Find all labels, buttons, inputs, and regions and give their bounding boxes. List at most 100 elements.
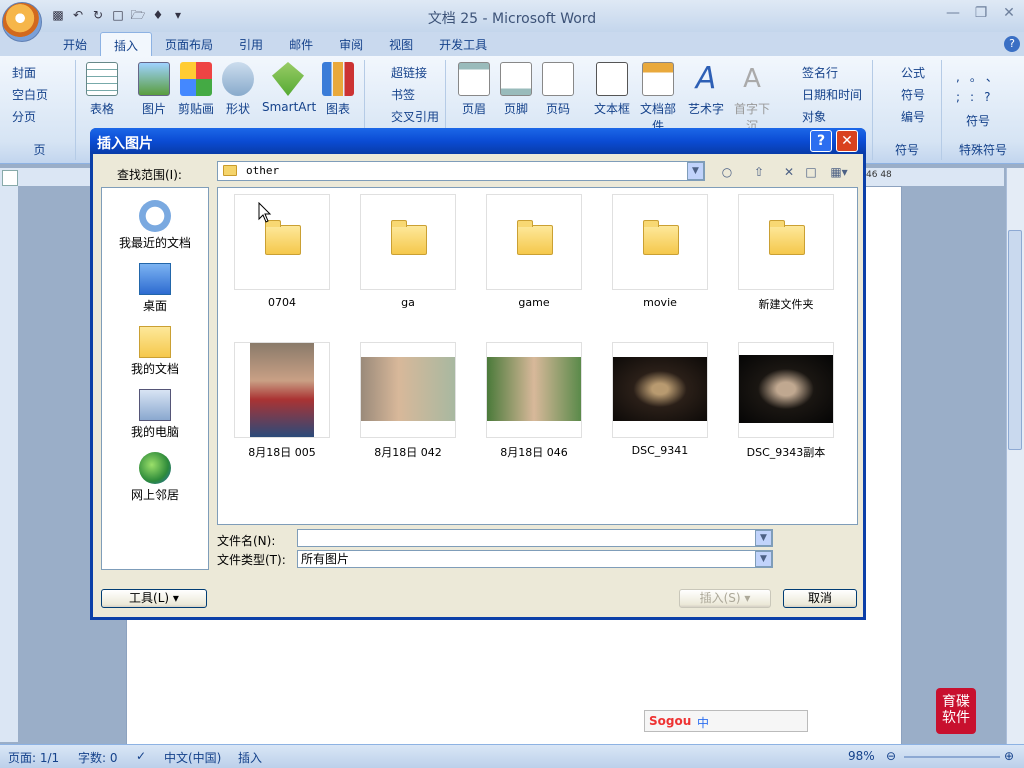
equation-button[interactable]: 公式: [901, 64, 925, 81]
tab-home[interactable]: 开始: [50, 32, 100, 56]
tools-button[interactable]: 工具(L) ▾: [101, 589, 207, 608]
shapes-button[interactable]: 形状: [216, 62, 260, 117]
quick-parts-button[interactable]: 文档部件: [636, 62, 680, 134]
header-button[interactable]: 页眉: [452, 62, 496, 117]
ime-mode[interactable]: 中: [697, 714, 709, 731]
tab-page-layout[interactable]: 页面布局: [152, 32, 226, 56]
place-network[interactable]: 网上邻居: [102, 452, 208, 503]
textbox-button[interactable]: 文本框: [590, 62, 634, 117]
hyperlink-button[interactable]: 超链接: [391, 64, 427, 81]
punct-row-2[interactable]: ;:?: [956, 90, 1000, 104]
image-item[interactable]: 8月18日 005: [222, 342, 342, 460]
file-type-combo[interactable]: 所有图片: [297, 550, 773, 568]
smartart-label: SmartArt: [262, 100, 317, 114]
punct[interactable]: ?: [984, 90, 1000, 104]
tab-mailings[interactable]: 邮件: [276, 32, 326, 56]
drop-cap-button[interactable]: A 首字下沉: [730, 62, 774, 134]
image-thumbnail: [487, 357, 581, 421]
tab-view[interactable]: 视图: [376, 32, 426, 56]
folder-item[interactable]: 新建文件夹: [726, 194, 846, 312]
page-count[interactable]: 页面: 1/1: [8, 749, 59, 766]
close-window-button[interactable]: ✕: [998, 4, 1020, 22]
place-documents[interactable]: 我的文档: [102, 326, 208, 377]
page-number-button[interactable]: 页码: [536, 62, 580, 117]
chevron-down-icon[interactable]: ▼: [687, 162, 704, 180]
tab-selector[interactable]: [2, 170, 18, 186]
file-name-label: 文件名(N):: [217, 534, 276, 548]
zoom-out-icon[interactable]: ⊖: [886, 749, 896, 763]
symbol-button[interactable]: 符号: [901, 86, 925, 103]
dialog-help-button[interactable]: ?: [810, 130, 832, 152]
minimize-button[interactable]: —: [942, 4, 964, 22]
punct[interactable]: ;: [956, 90, 970, 104]
punct[interactable]: ,: [956, 70, 970, 84]
footer-button[interactable]: 页脚: [494, 62, 538, 117]
image-item[interactable]: 8月18日 046: [474, 342, 594, 460]
tab-references[interactable]: 引用: [226, 32, 276, 56]
date-time-button[interactable]: 日期和时间: [802, 86, 862, 103]
wordart-button[interactable]: A 艺术字: [684, 62, 728, 117]
punct[interactable]: 。: [970, 70, 986, 84]
clipart-button[interactable]: 剪贴画: [174, 62, 218, 117]
chevron-down-icon[interactable]: ▼: [755, 530, 772, 546]
table-button[interactable]: 表格: [80, 62, 124, 117]
place-desktop[interactable]: 桌面: [102, 263, 208, 314]
file-type-label: 文件类型(T):: [217, 553, 286, 567]
folder-item[interactable]: movie: [600, 194, 720, 309]
signature-line-button[interactable]: 签名行: [802, 64, 838, 81]
numbering-button[interactable]: 编号: [901, 108, 925, 125]
punct[interactable]: :: [970, 90, 984, 104]
insert-button[interactable]: 插入(S) ▾: [679, 589, 771, 608]
special-symbol-button[interactable]: 符号: [966, 112, 990, 129]
file-name-input[interactable]: [297, 529, 773, 547]
tab-insert[interactable]: 插入: [100, 32, 153, 56]
punct-row-1[interactable]: ,。、: [956, 68, 1008, 85]
page-break-button[interactable]: 分页: [12, 108, 36, 125]
chart-button[interactable]: 图表: [316, 62, 360, 117]
tab-review[interactable]: 审阅: [326, 32, 376, 56]
back-icon[interactable]: ○: [717, 163, 737, 181]
image-item[interactable]: 8月18日 042: [348, 342, 468, 460]
zoom-level[interactable]: 98%: [848, 749, 875, 763]
new-folder-icon[interactable]: □: [801, 163, 821, 181]
picture-button[interactable]: 图片: [132, 62, 176, 117]
file-list[interactable]: 0704 ga game movie 新建文件夹 8月18日 005 8月18日…: [217, 187, 858, 525]
sogou-logo: Sogou: [649, 714, 692, 728]
word-count[interactable]: 字数: 0: [78, 749, 118, 766]
language[interactable]: 中文(中国): [164, 749, 221, 766]
place-label: 我最近的文档: [118, 236, 191, 250]
blank-page-button[interactable]: 空白页: [12, 86, 48, 103]
image-item[interactable]: DSC_9343副本: [726, 342, 846, 460]
help-icon[interactable]: ?: [1004, 36, 1020, 52]
punct[interactable]: 、: [986, 70, 1008, 84]
object-button[interactable]: 对象: [802, 108, 826, 125]
folder-item[interactable]: 0704: [222, 194, 342, 309]
ime-toolbar[interactable]: Sogou 中: [644, 710, 808, 732]
dialog-close-button[interactable]: ✕: [836, 130, 858, 152]
folder-item[interactable]: game: [474, 194, 594, 309]
scrollbar-thumb[interactable]: [1008, 230, 1022, 450]
maximize-button[interactable]: ❐: [970, 4, 992, 22]
image-item[interactable]: DSC_9341: [600, 342, 720, 457]
smartart-button[interactable]: SmartArt: [262, 62, 317, 114]
up-folder-icon[interactable]: ⇧: [749, 163, 769, 181]
zoom-slider[interactable]: [904, 756, 1000, 758]
look-in-combo[interactable]: other: [217, 161, 705, 181]
dialog-titlebar[interactable]: [90, 128, 866, 154]
chevron-down-icon[interactable]: ▼: [755, 551, 772, 567]
cross-reference-button[interactable]: 交叉引用: [391, 108, 439, 125]
folder-icon: [223, 165, 237, 176]
cancel-button[interactable]: 取消: [783, 589, 857, 608]
tab-developer[interactable]: 开发工具: [426, 32, 500, 56]
views-icon[interactable]: ▦▾: [825, 163, 853, 181]
place-recent[interactable]: 我最近的文档: [102, 200, 208, 251]
bookmark-button[interactable]: 书签: [391, 86, 415, 103]
cover-page-button[interactable]: 封面: [12, 64, 36, 81]
proofing-icon[interactable]: ✓: [136, 749, 146, 763]
zoom-in-icon[interactable]: ⊕: [1004, 749, 1014, 763]
insert-mode[interactable]: 插入: [238, 749, 262, 766]
folder-item[interactable]: ga: [348, 194, 468, 309]
delete-icon[interactable]: ✕: [779, 163, 799, 181]
place-computer[interactable]: 我的电脑: [102, 389, 208, 440]
office-button[interactable]: [2, 2, 42, 42]
